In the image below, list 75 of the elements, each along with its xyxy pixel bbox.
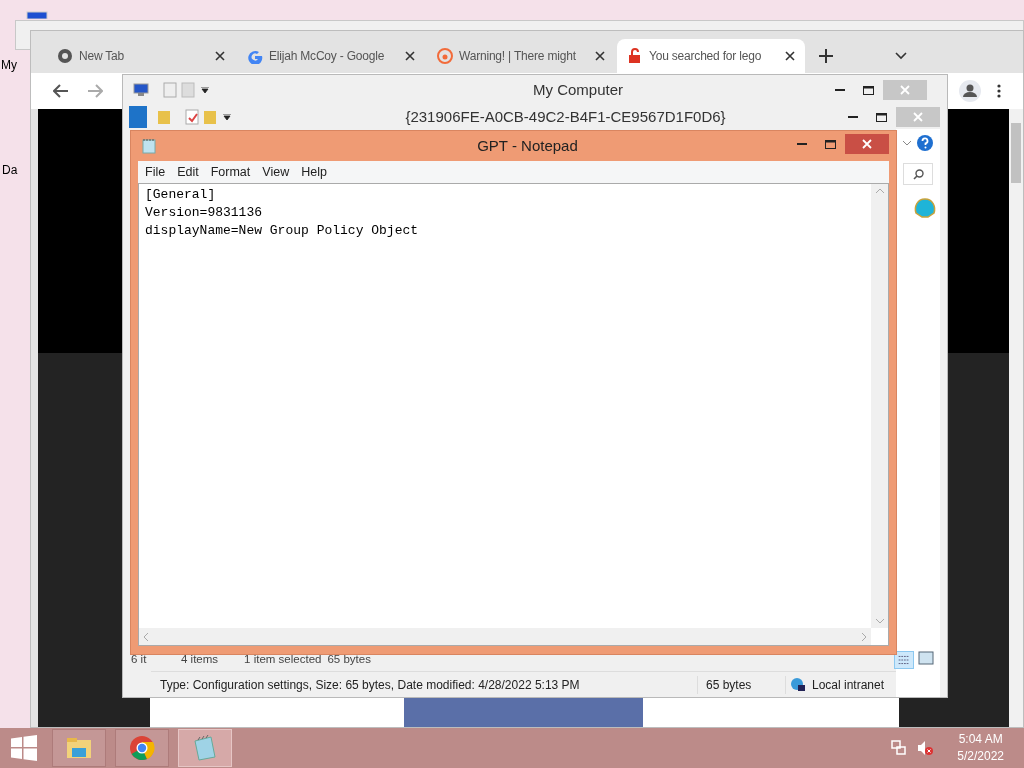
details-view-icon[interactable] xyxy=(894,651,914,669)
maximize-icon xyxy=(862,85,874,95)
browser-tab[interactable]: Elijah McCoy - Google xyxy=(237,39,425,73)
browser-tab[interactable]: New Tab xyxy=(47,39,235,73)
browser-tab[interactable]: Warning! | There might xyxy=(427,39,615,73)
chevron-down-icon[interactable] xyxy=(895,52,907,60)
close-icon[interactable] xyxy=(595,51,605,61)
close-icon[interactable] xyxy=(215,51,225,61)
profile-avatar-icon[interactable] xyxy=(959,80,981,102)
text-line: [General] xyxy=(145,186,217,204)
menu-item[interactable]: Format xyxy=(210,162,251,182)
taskbar-button[interactable] xyxy=(52,729,106,767)
help-icon[interactable] xyxy=(917,135,933,151)
scrollbar[interactable] xyxy=(139,628,871,645)
maximize-icon xyxy=(824,139,836,149)
notepad-icon xyxy=(142,138,156,154)
window-title: My Computer xyxy=(532,79,624,100)
menu-item[interactable]: Edit xyxy=(177,162,199,182)
chrome-logo-icon xyxy=(57,48,73,64)
menu-item[interactable]: File xyxy=(145,162,166,182)
menu-item[interactable]: Help xyxy=(301,162,327,182)
forward-arrow-icon[interactable] xyxy=(87,84,103,98)
scrollbar[interactable] xyxy=(871,184,888,628)
minimize-icon xyxy=(848,116,858,118)
warning-logo-icon xyxy=(437,48,453,64)
icon-label: My xyxy=(1,59,17,71)
icon-label: Da xyxy=(2,164,18,176)
windows-logo-icon[interactable] xyxy=(11,735,37,761)
maximize-icon xyxy=(875,112,887,122)
scrollbar-thumb[interactable] xyxy=(1011,123,1021,183)
back-arrow-icon[interactable] xyxy=(53,84,69,98)
dropdown-icon[interactable] xyxy=(223,114,231,120)
window-title: {231906FE-A0CB-49C2-B4F1-CE9567D1F0D6} xyxy=(404,106,727,127)
status-text: 6 it xyxy=(130,652,148,668)
close-button[interactable] xyxy=(845,134,889,154)
unlocked-padlock-icon xyxy=(627,48,643,64)
text-editor[interactable]: [General] Version=9831136 displayName=New Group Policy Object xyxy=(138,183,889,646)
minimize-icon xyxy=(835,89,845,91)
preview-pane-icon[interactable] xyxy=(918,651,934,665)
browser-tab[interactable]: You searched for lego xyxy=(617,39,805,73)
tab-title: You searched for lego xyxy=(649,48,763,65)
close-icon xyxy=(862,139,872,149)
tab-title: Warning! | There might xyxy=(459,48,577,65)
menu-item[interactable]: View xyxy=(262,162,290,182)
close-icon[interactable] xyxy=(405,51,415,61)
chrome-logo-icon xyxy=(129,735,155,761)
text-line: displayName=New Group Policy Object xyxy=(145,222,420,240)
status-text: Type: Configuration settings, Size: 65 bytes, Date modified: 4/28/2022 5:13 PM xyxy=(159,676,581,694)
document-icon[interactable] xyxy=(185,109,199,125)
taskbar-button[interactable] xyxy=(115,729,169,767)
search-icon xyxy=(912,168,924,180)
close-icon[interactable] xyxy=(785,51,795,61)
minimize-icon xyxy=(797,143,807,145)
window-title: GPT - Notepad xyxy=(476,135,579,156)
tab-title: Elijah McCoy - Google xyxy=(269,48,386,65)
plus-icon[interactable] xyxy=(819,49,833,63)
status-text: 4 items xyxy=(181,652,219,668)
globe-computer-icon xyxy=(790,676,806,693)
status-text: Local intranet xyxy=(812,676,885,694)
notepad-icon xyxy=(192,735,218,761)
dropdown-icon[interactable] xyxy=(201,87,209,93)
tab-title: New Tab xyxy=(79,48,126,65)
google-logo-icon xyxy=(247,48,263,64)
status-text: 65 bytes xyxy=(697,675,785,694)
network-icon[interactable] xyxy=(891,740,908,756)
muted-speaker-icon[interactable] xyxy=(917,740,934,756)
text-line: Version=9831136 xyxy=(145,204,264,222)
window-icon xyxy=(129,106,147,128)
status-text: 65 bytes xyxy=(327,652,371,668)
more-menu-icon[interactable] xyxy=(997,84,1001,98)
search-field[interactable] xyxy=(903,163,933,185)
close-icon xyxy=(913,112,923,122)
close-icon xyxy=(900,85,910,95)
status-text: 1 item selected xyxy=(244,652,322,668)
scrollbar[interactable] xyxy=(1009,109,1023,727)
